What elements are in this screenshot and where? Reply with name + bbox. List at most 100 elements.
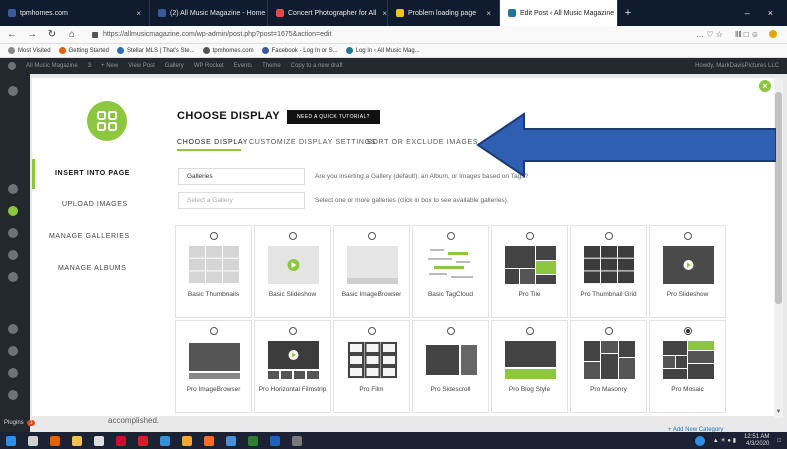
url-bar[interactable]: https://allmusicmagazine.com/wp-admin/po… (86, 28, 688, 42)
display-type-tile[interactable]: Pro Thumbnail Grid (570, 225, 647, 318)
chrome-icon[interactable] (182, 435, 192, 446)
display-type-tile[interactable]: Pro Film (333, 320, 410, 413)
display-type-radio[interactable] (447, 232, 455, 240)
display-type-tile[interactable]: Pro Slideshow (649, 225, 726, 318)
display-type-radio[interactable] (289, 232, 297, 240)
sidebar-item-plugins[interactable]: Plugins 1 (4, 420, 36, 426)
adminbar-item[interactable]: WP Rocket (194, 63, 224, 69)
browser-tab[interactable]: Concert Photographer for All × (268, 0, 388, 26)
adminbar-item[interactable]: Theme (262, 63, 281, 69)
firefox-icon[interactable] (204, 435, 214, 446)
bookmark[interactable]: Stellar MLS | That's Ste... (116, 47, 195, 54)
menu-manage-galleries[interactable]: MANAGE GALLERIES (49, 233, 130, 240)
source-select[interactable]: Galleries (178, 168, 305, 185)
appearance-icon[interactable] (8, 272, 18, 282)
app-icon[interactable] (292, 435, 302, 446)
tutorial-button[interactable]: NEED A QUICK TUTORIAL? (287, 110, 380, 124)
tab-customize-display-settings[interactable]: CUSTOMIZE DISPLAY SETTINGS (249, 139, 376, 146)
close-tab-icon[interactable]: × (130, 9, 141, 18)
close-tab-icon[interactable]: × (376, 9, 387, 18)
display-type-radio[interactable] (210, 327, 218, 335)
menu-manage-albums[interactable]: MANAGE ALBUMS (58, 265, 126, 272)
help-icon[interactable] (694, 435, 705, 446)
howdy-user[interactable]: Howdy, MarkDavisPictures LLC (695, 63, 779, 69)
modal-close-button[interactable]: × (759, 80, 771, 92)
display-type-radio[interactable] (447, 327, 455, 335)
adminbar-item[interactable]: Events (234, 63, 252, 69)
display-type-tile[interactable]: Pro ImageBrowser (175, 320, 252, 413)
bookmark[interactable]: Getting Started (58, 47, 109, 54)
display-type-radio[interactable] (210, 232, 218, 240)
display-type-tile[interactable]: Pro Tile (491, 225, 568, 318)
home-icon[interactable]: ⌂ (66, 29, 78, 40)
tab-choose-display[interactable]: CHOOSE DISPLAY (177, 139, 248, 146)
display-type-radio[interactable] (289, 327, 297, 335)
start-icon[interactable] (6, 435, 16, 446)
minimize-icon[interactable]: – (745, 8, 750, 18)
display-type-radio[interactable] (605, 232, 613, 240)
display-type-tile[interactable]: Pro Sidescroll (412, 320, 489, 413)
display-type-tile[interactable]: Basic Thumbnails (175, 225, 252, 318)
app-icon[interactable] (226, 435, 236, 446)
display-type-radio[interactable] (605, 327, 613, 335)
adminbar-item[interactable]: All Music Magazine (26, 63, 78, 69)
browser-tab[interactable]: Problem loading page × (388, 0, 500, 26)
app-icon[interactable] (160, 435, 170, 446)
media-icon[interactable] (8, 184, 18, 194)
adminbar-item[interactable]: Copy to a new draft (291, 63, 343, 69)
excel-icon[interactable] (248, 435, 258, 446)
pin-icon[interactable] (8, 324, 18, 334)
back-icon[interactable]: ← (6, 29, 18, 40)
new-tab-button[interactable]: + (618, 0, 638, 26)
display-type-tile[interactable]: Pro Mosaic (649, 320, 726, 413)
display-type-radio[interactable] (526, 232, 534, 240)
display-type-radio[interactable] (684, 232, 692, 240)
browser-tab[interactable]: (2) All Music Magazine - Home × (150, 0, 268, 26)
close-tab-icon[interactable]: × (614, 9, 617, 18)
gallery-select[interactable]: Select a Gallery (178, 192, 305, 209)
display-type-tile[interactable]: Basic Slideshow (254, 225, 331, 318)
app-icon[interactable] (138, 435, 148, 446)
wordpress-icon[interactable] (8, 62, 16, 70)
word-icon[interactable] (270, 435, 280, 446)
bookmark[interactable]: Facebook - Log In or S... (261, 47, 338, 54)
adminbar-item[interactable]: Gallery (165, 63, 184, 69)
scrollbar-thumb[interactable] (775, 92, 782, 304)
reload-icon[interactable]: ↻ (46, 29, 58, 40)
adminbar-item[interactable]: 3 (88, 63, 91, 69)
gallery-icon[interactable] (8, 206, 18, 216)
scroll-down-icon[interactable]: ▼ (774, 408, 783, 417)
clock[interactable]: 12:51 AM 4/3/2020 (744, 434, 769, 448)
display-type-tile[interactable]: Basic ImageBrowser (333, 225, 410, 318)
display-type-tile[interactable]: Basic TagCloud (412, 225, 489, 318)
tools-icon[interactable] (8, 346, 18, 356)
plugin-icon[interactable] (8, 390, 18, 400)
amazon-icon[interactable] (94, 435, 104, 446)
file-explorer-icon[interactable] (72, 435, 82, 446)
pin-icon[interactable] (8, 86, 18, 96)
display-type-radio[interactable] (368, 232, 376, 240)
adminbar-item[interactable]: View Post (128, 63, 155, 69)
display-type-radio[interactable] (526, 327, 534, 335)
display-type-tile[interactable]: Pro Blog Style (491, 320, 568, 413)
display-type-tile[interactable]: Pro Horizontal Filmstrip (254, 320, 331, 413)
forward-icon[interactable]: → (26, 29, 38, 40)
display-type-radio[interactable] (684, 327, 692, 335)
pages-icon[interactable] (8, 228, 18, 238)
acrobat-icon[interactable] (116, 435, 126, 446)
task-view-icon[interactable] (28, 435, 38, 446)
tray-icons[interactable]: ▲ ☀ ● ▮ (713, 437, 736, 444)
browser-tab-active[interactable]: Edit Post ‹ All Music Magazine × (500, 0, 618, 26)
library-icon[interactable]: ‖‖ □ ☺ (735, 30, 759, 39)
tab-sort-or-exclude-images[interactable]: SORT OR EXCLUDE IMAGES (367, 139, 478, 146)
bookmark[interactable]: Most Visited (8, 47, 51, 54)
menu-insert-into-page[interactable]: INSERT INTO PAGE (55, 170, 130, 177)
menu-upload-images[interactable]: UPLOAD IMAGES (62, 201, 128, 208)
firefox-icon[interactable] (50, 435, 60, 446)
window-close-icon[interactable]: × (768, 8, 773, 18)
comments-icon[interactable] (8, 250, 18, 260)
notifications-icon[interactable]: □ (777, 438, 781, 444)
page-actions-icon[interactable]: … ♡ ☆ (696, 30, 723, 39)
extension-icon[interactable] (769, 30, 777, 38)
display-type-radio[interactable] (368, 327, 376, 335)
